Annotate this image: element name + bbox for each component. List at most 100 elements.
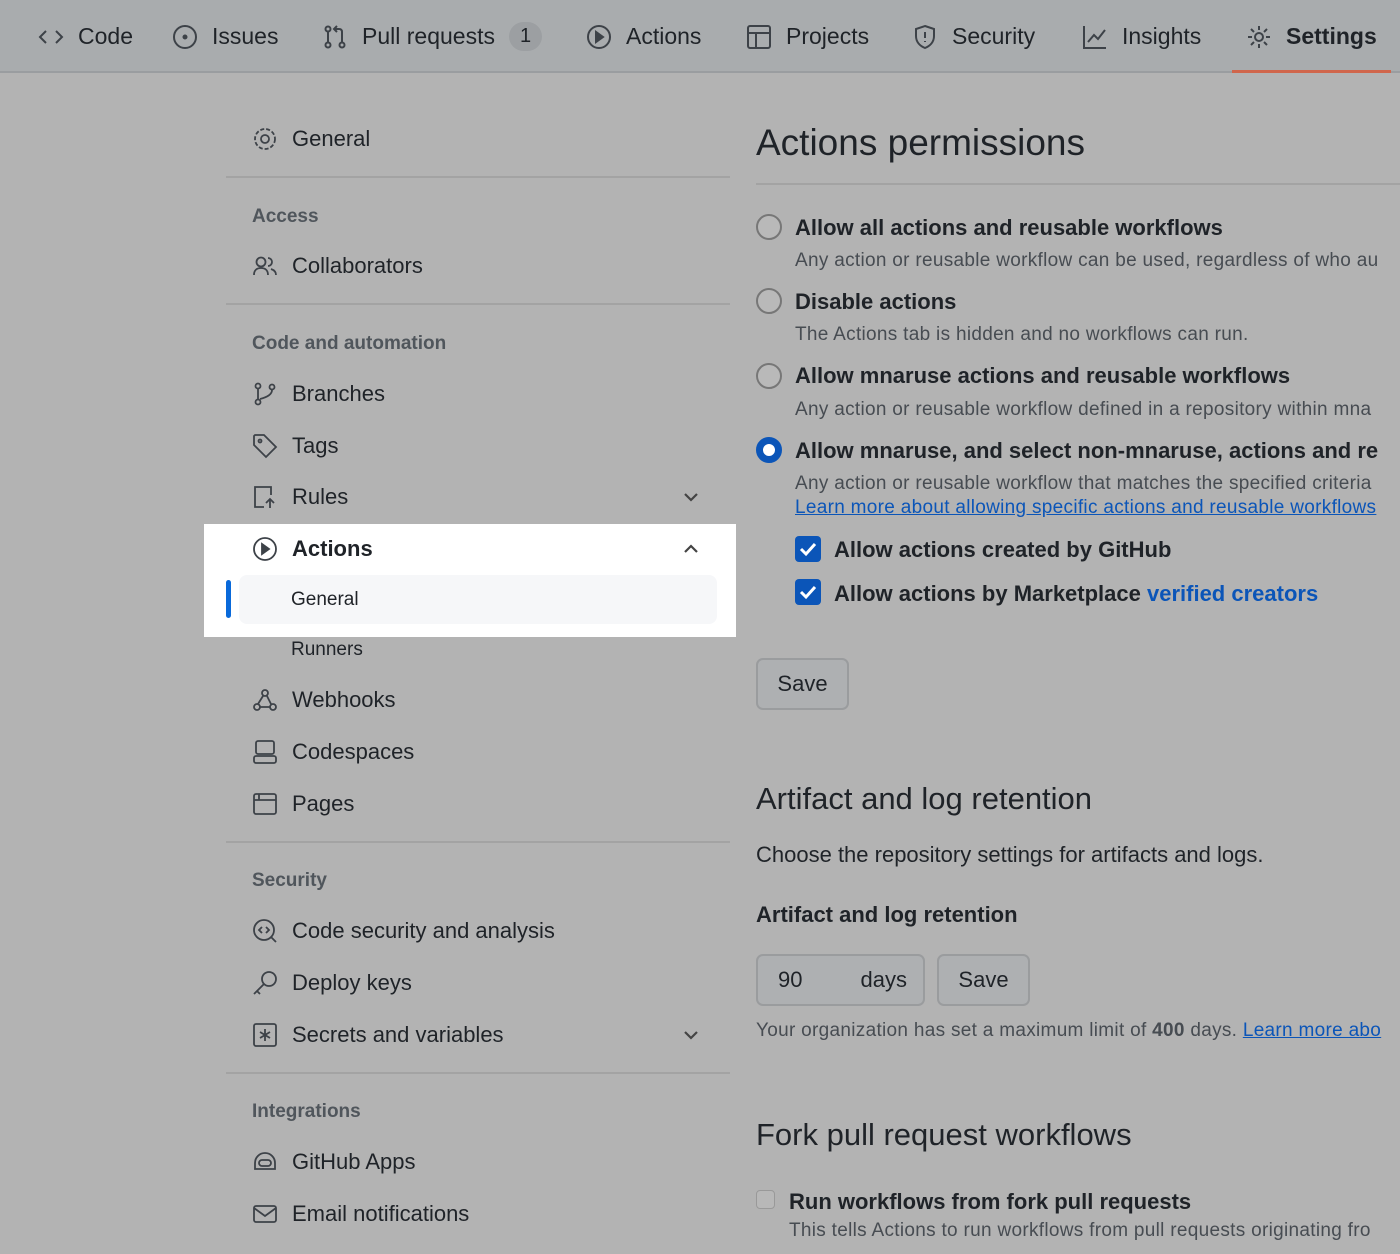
field-label: Artifact and log retention — [756, 902, 1018, 927]
radio-disable[interactable] — [756, 288, 782, 314]
checkbox-label: Allow actions created by GitHub — [834, 537, 1172, 562]
checkbox-fork-workflows[interactable] — [756, 1190, 775, 1209]
check-icon — [799, 585, 817, 600]
sidebar-subitem-label: General — [291, 589, 359, 610]
graph-icon — [1083, 25, 1106, 49]
asterisk-icon — [253, 1023, 277, 1047]
tab-security[interactable]: Security — [912, 0, 1035, 73]
radio-allow-owner[interactable] — [756, 363, 782, 389]
radio-allow-select[interactable] — [756, 437, 782, 463]
table-icon — [747, 24, 771, 49]
sidebar-item-pages[interactable]: Pages — [252, 789, 354, 819]
sidebar-item-github-apps[interactable]: GitHub Apps — [252, 1147, 416, 1177]
chevron-up-icon[interactable] — [682, 540, 698, 556]
tab-settings[interactable]: Settings — [1232, 0, 1391, 73]
tab-label: Insights — [1122, 23, 1202, 49]
option-desc: The Actions tab is hidden and no workflo… — [795, 324, 1249, 345]
learn-more-link[interactable]: Learn more about allowing specific actio… — [795, 497, 1376, 519]
sidebar-item-label: Rules — [292, 484, 349, 509]
retention-input[interactable]: 90 days — [756, 954, 925, 1006]
sidebar-item-codespaces[interactable]: Codespaces — [252, 737, 414, 767]
play-icon — [587, 24, 611, 49]
sidebar-item-general[interactable]: General — [252, 124, 370, 154]
sidebar-item-email[interactable]: Email notifications — [252, 1199, 469, 1229]
note-text: Your organization has set a maximum limi… — [756, 1020, 1153, 1041]
checkbox-label: Allow actions by Marketplace — [834, 581, 1147, 606]
divider — [226, 176, 730, 178]
tab-actions[interactable]: Actions — [586, 0, 701, 73]
people-icon — [253, 256, 277, 276]
sidebar-item-actions[interactable]: Actions — [252, 534, 373, 564]
check-icon — [799, 542, 817, 557]
sidebar-item-label: General — [292, 126, 371, 151]
sidebar-item-webhooks[interactable]: Webhooks — [252, 685, 396, 715]
divider — [226, 1072, 730, 1074]
section-heading: Security — [252, 870, 327, 891]
sidebar-item-tags[interactable]: Tags — [252, 431, 338, 461]
checkbox-label: Run workflows from fork pull requests — [789, 1189, 1192, 1214]
mail-icon — [253, 1205, 277, 1223]
sidebar-item-label: Secrets and variables — [292, 1022, 504, 1047]
sidebar-subitem-runners[interactable]: Runners — [291, 639, 363, 661]
sidebar-item-deploy-keys[interactable]: Deploy keys — [252, 968, 412, 998]
tab-label: Pull requests — [362, 23, 495, 49]
issue-icon — [173, 24, 197, 49]
tag-icon — [253, 434, 278, 459]
tab-code[interactable]: Code — [38, 0, 133, 73]
tab-label: Issues — [212, 23, 279, 49]
option-label: Allow mnaruse, and select non-mnaruse, a… — [795, 438, 1379, 463]
save-retention-button[interactable]: Save — [937, 954, 1030, 1006]
divider — [226, 841, 730, 843]
sidebar-item-label: Email notifications — [292, 1201, 470, 1226]
tab-insights[interactable]: Insights — [1082, 0, 1201, 73]
chevron-down-icon[interactable] — [682, 1026, 698, 1042]
checkbox-marketplace[interactable] — [795, 579, 821, 605]
tab-label: Code — [78, 23, 133, 49]
play-icon — [253, 537, 277, 561]
sidebar-item-secrets[interactable]: Secrets and variables — [252, 1020, 504, 1050]
option-desc: Any action or reusable workflow can be u… — [795, 250, 1379, 271]
sidebar-item-label: Webhooks — [292, 687, 396, 712]
codescan-icon — [253, 919, 277, 943]
tab-label: Actions — [626, 23, 702, 49]
pull-request-icon — [324, 24, 346, 48]
active-indicator — [226, 580, 231, 618]
codespaces-icon — [253, 740, 277, 764]
sidebar-item-collaborators[interactable]: Collaborators — [252, 251, 423, 281]
tab-label: Projects — [786, 23, 870, 49]
repo-nav: Code Issues Pull requests 1 Actions Proje… — [0, 0, 1400, 73]
sidebar-item-label: Branches — [292, 381, 385, 406]
divider — [756, 183, 1400, 185]
page-title: Actions permissions — [756, 122, 1086, 163]
checkbox-github-actions[interactable] — [795, 536, 821, 562]
gear-icon — [254, 128, 276, 150]
sidebar-item-label: Deploy keys — [292, 970, 412, 995]
save-permissions-button[interactable]: Save — [756, 658, 849, 710]
sidebar-item-label: GitHub Apps — [292, 1149, 416, 1174]
sidebar-item-label: Code security and analysis — [292, 918, 555, 943]
option-desc: Any action or reusable workflow that mat… — [795, 473, 1372, 494]
sidebar-item-branches[interactable]: Branches — [252, 379, 385, 409]
tab-pull-requests[interactable]: Pull requests 1 — [322, 0, 543, 73]
section-heading: Code and automation — [252, 333, 447, 354]
option-label: Allow mnaruse actions and reusable workf… — [795, 363, 1291, 388]
tab-issues[interactable]: Issues — [172, 0, 278, 73]
retention-unit: days — [860, 967, 907, 992]
webhook-icon — [253, 689, 277, 711]
shield-icon — [915, 24, 935, 49]
chevron-down-icon[interactable] — [682, 488, 698, 504]
tab-projects[interactable]: Projects — [746, 0, 869, 73]
section-desc: Choose the repository settings for artif… — [756, 842, 1264, 867]
sidebar-item-label: Actions — [292, 536, 373, 561]
note-text: days. — [1184, 1020, 1243, 1041]
tab-label: Settings — [1286, 23, 1377, 49]
section-title: Artifact and log retention — [756, 781, 1093, 816]
learn-more-link[interactable]: Learn more abo — [1243, 1020, 1381, 1041]
verified-creators-link[interactable]: verified creators — [1147, 581, 1318, 606]
radio-allow-all[interactable] — [756, 214, 782, 240]
sidebar-item-code-security[interactable]: Code security and analysis — [252, 916, 555, 946]
branch-icon — [254, 382, 276, 406]
sidebar-item-rules[interactable]: Rules — [252, 482, 348, 512]
max-days: 400 — [1152, 1020, 1185, 1041]
retention-value: 90 — [778, 967, 803, 992]
